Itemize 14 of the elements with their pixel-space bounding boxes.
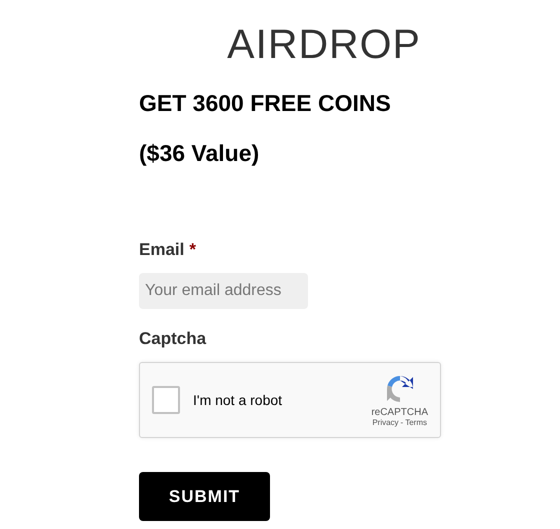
headline: GET 3600 FREE COINS xyxy=(139,90,391,116)
submit-button[interactable]: SUBMIT xyxy=(139,472,270,521)
field-label: Email xyxy=(139,240,184,259)
required-asterisk: * xyxy=(189,240,196,259)
footer-link[interactable]: Terms xyxy=(405,418,427,427)
footer-link[interactable]: Privacy xyxy=(372,418,399,427)
email-field[interactable]: Your email address xyxy=(139,273,308,309)
headline: ($36 Value) xyxy=(139,140,260,166)
recaptcha-label: reCAPTCHA xyxy=(371,407,428,418)
checkbox[interactable] xyxy=(152,386,180,414)
separator: - xyxy=(400,418,404,427)
checkbox-label: I'm not a robot xyxy=(193,392,282,408)
page-title: AIRDROP xyxy=(227,20,421,68)
field-label: Captcha xyxy=(139,329,206,348)
